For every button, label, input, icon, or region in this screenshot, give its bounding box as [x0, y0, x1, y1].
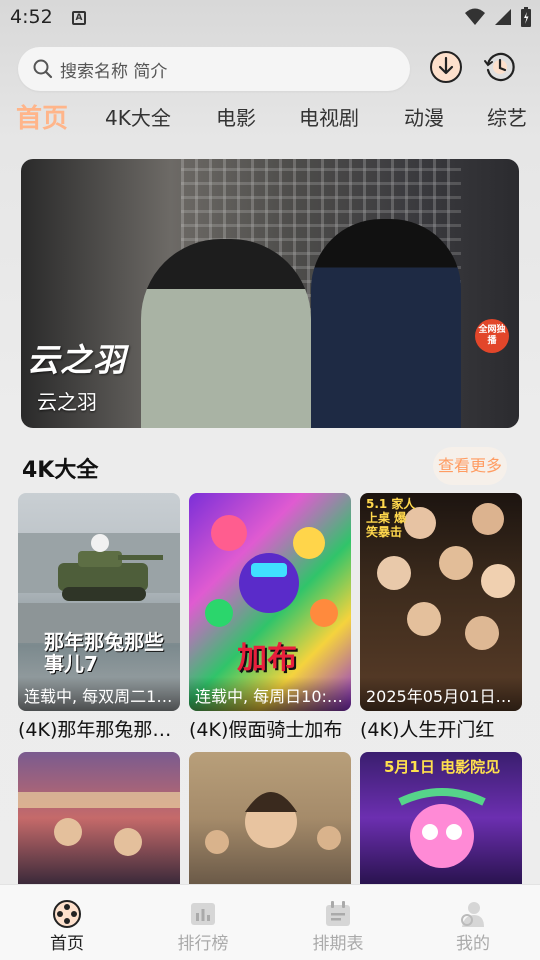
nav-schedule[interactable]: 排期表: [288, 885, 388, 960]
battery-icon: [521, 7, 531, 27]
poster-title-art: 5.1 家人上桌 爆笑暴击: [366, 497, 416, 539]
user-icon: [461, 902, 484, 927]
signal-icon: [495, 9, 511, 25]
section-title: 4K大全: [22, 458, 99, 483]
poster-illustration: [205, 792, 341, 854]
banner-figure: [311, 219, 461, 428]
video-card[interactable]: 5月1日 电影院见: [360, 752, 522, 884]
poster-illustration: [18, 792, 180, 856]
poster-title-art: 那年那兔那些事儿7: [44, 630, 164, 676]
card-title: (4K)假面骑士加布: [189, 719, 343, 741]
calendar-icon: [326, 901, 350, 926]
poster-title-art: 加布: [237, 641, 297, 676]
notification-icon: A: [72, 11, 86, 25]
tab-movies[interactable]: 电影: [216, 102, 256, 131]
search-placeholder: 搜索名称 简介: [60, 61, 168, 82]
wifi-icon: [465, 8, 485, 25]
release-date: 2025年05月01日…: [360, 677, 522, 711]
tab-4k[interactable]: 4K大全: [105, 102, 171, 131]
video-card[interactable]: 那年那兔那些事儿7 连载中, 每双周二1… (4K)那年那兔那…: [18, 493, 180, 742]
poster-title-art: 5月1日 电影院见: [384, 758, 501, 776]
category-tabs: 首页 4K大全 电影 电视剧 动漫 综艺: [0, 102, 540, 142]
poster: [18, 752, 180, 884]
nav-label: 我的: [456, 934, 490, 954]
poster: 那年那兔那些事儿7 连载中, 每双周二1…: [18, 493, 180, 711]
nav-home[interactable]: 首页: [17, 885, 117, 960]
card-title: (4K)人生开门红: [360, 719, 495, 741]
download-icon[interactable]: [429, 50, 463, 84]
banner-figure: [141, 239, 311, 428]
tab-variety[interactable]: 综艺: [487, 102, 527, 131]
nav-ranking[interactable]: 排行榜: [153, 885, 253, 960]
search-input[interactable]: 搜索名称 简介: [18, 47, 410, 91]
poster: 加布 连载中, 每周日10:…: [189, 493, 351, 711]
card-title: (4K)那年那兔那…: [18, 719, 172, 741]
nav-label: 排期表: [312, 934, 364, 954]
nav-label: 首页: [50, 934, 84, 954]
status-indicators: [464, 6, 532, 28]
banner-poster-title: 云之羽: [27, 341, 127, 379]
nav-profile[interactable]: 我的: [423, 885, 523, 960]
search-icon: [33, 59, 53, 79]
episode-status: 连载中, 每双周二1…: [18, 677, 180, 711]
history-icon[interactable]: [483, 50, 517, 84]
bottom-navigation: 首页 排行榜 排期表 我的: [0, 884, 540, 960]
view-more-button[interactable]: 查看更多: [433, 447, 507, 485]
chart-icon: [191, 903, 215, 925]
exclusive-badge: 全网独播: [475, 319, 509, 353]
nav-label: 排行榜: [177, 934, 229, 954]
video-card[interactable]: 加布 连载中, 每周日10:… (4K)假面骑士加布: [189, 493, 351, 742]
tab-tv-series[interactable]: 电视剧: [299, 102, 359, 131]
tab-home[interactable]: 首页: [16, 102, 68, 135]
banner-caption: 云之羽: [37, 390, 97, 414]
poster: 5.1 家人上桌 爆笑暴击 2025年05月01日…: [360, 493, 522, 711]
status-bar: 4:52 A: [0, 0, 540, 36]
film-reel-icon: [53, 900, 81, 928]
video-card[interactable]: [18, 752, 180, 884]
poster: 5月1日 电影院见: [360, 752, 522, 884]
video-card[interactable]: [189, 752, 351, 884]
video-card[interactable]: 5.1 家人上桌 爆笑暴击 2025年05月01日… (4K)人生开门红: [360, 493, 522, 742]
tab-anime[interactable]: 动漫: [404, 102, 444, 131]
episode-status: 连载中, 每周日10:…: [189, 677, 351, 711]
featured-banner[interactable]: 云之羽 全网独播 云之羽: [21, 159, 519, 428]
poster: [189, 752, 351, 884]
status-time: 4:52: [10, 6, 53, 28]
